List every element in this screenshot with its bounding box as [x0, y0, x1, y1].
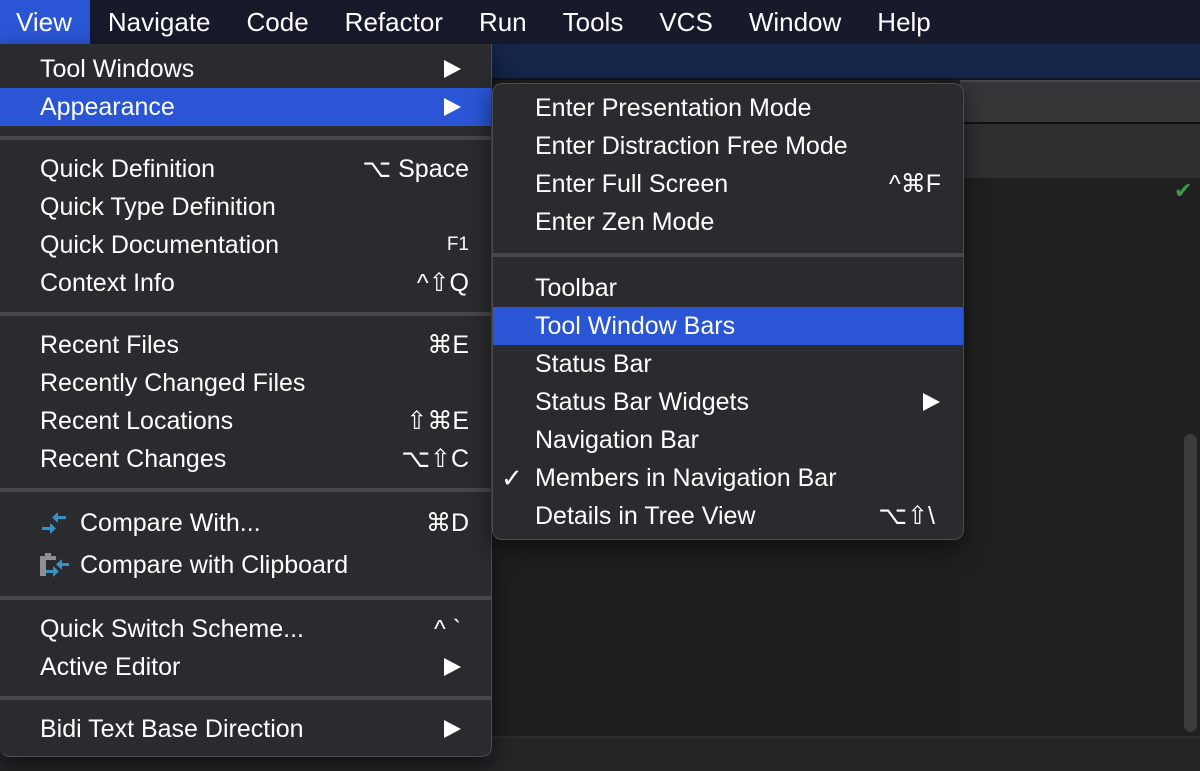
menu-item-appearance[interactable]: Appearance: [0, 88, 491, 126]
menu-item-label: Status Bar Widgets: [535, 388, 749, 416]
menu-item-label: Enter Distraction Free Mode: [535, 132, 848, 160]
menu-separator: [0, 696, 491, 700]
appearance-submenu: Enter Presentation Mode Enter Distractio…: [492, 83, 964, 540]
menu-item-quick-documentation[interactable]: Quick Documentation F1: [0, 226, 491, 264]
menu-item-recent-locations[interactable]: Recent Locations ⇧⌘E: [0, 402, 491, 440]
compare-clipboard-icon: [40, 553, 69, 577]
menubar-refactor[interactable]: Refactor: [327, 0, 461, 44]
menu-item-label: Quick Documentation: [40, 231, 280, 259]
menu-item-recently-changed-files[interactable]: Recently Changed Files: [0, 364, 491, 402]
submenu-arrow-icon: [444, 60, 461, 78]
menu-item-label: Recent Changes: [40, 445, 227, 473]
editor-scrollbar[interactable]: [1184, 434, 1197, 732]
menubar-run[interactable]: Run: [461, 0, 545, 44]
menubar-view[interactable]: View: [0, 0, 90, 44]
menu-item-enter-zen-mode[interactable]: Enter Zen Mode: [493, 203, 963, 241]
menu-item-enter-full-screen[interactable]: Enter Full Screen ^⌘F: [493, 165, 963, 203]
menu-item-compare-with-clipboard[interactable]: Compare with Clipboard: [0, 544, 491, 586]
shortcut-label: ⌘D: [425, 509, 469, 537]
shortcut-label: ⌥ Space: [362, 155, 469, 183]
menu-item-label: Details in Tree View: [535, 502, 756, 530]
menu-separator: [0, 136, 491, 140]
menu-item-tool-windows[interactable]: Tool Windows: [0, 50, 491, 88]
menu-item-label: Status Bar: [535, 350, 652, 378]
menu-item-context-info[interactable]: Context Info ^⇧Q: [0, 264, 491, 302]
shortcut-label: ⌘E: [427, 331, 469, 359]
menubar-code[interactable]: Code: [229, 0, 327, 44]
menubar-window[interactable]: Window: [731, 0, 859, 44]
shortcut-label: ^⌘F: [888, 170, 941, 198]
menu-item-label: Quick Definition: [40, 155, 216, 183]
menu-item-label: Recent Files: [40, 331, 179, 359]
menu-item-label: Compare With...: [80, 509, 261, 537]
editor-area[interactable]: [960, 178, 1200, 736]
menu-item-label: Appearance: [40, 93, 175, 121]
window-title-bar: [490, 44, 1200, 80]
menu-item-enter-presentation-mode[interactable]: Enter Presentation Mode: [493, 89, 963, 127]
menubar-vcs[interactable]: VCS: [641, 0, 730, 44]
menu-item-label: Recent Locations: [40, 407, 234, 435]
menu-item-quick-type-definition[interactable]: Quick Type Definition: [0, 188, 491, 226]
shortcut-label: ^⇧Q: [416, 269, 469, 297]
menu-item-toolbar[interactable]: Toolbar: [493, 269, 963, 307]
menu-item-label: Members in Navigation Bar: [535, 464, 837, 492]
submenu-arrow-icon: [444, 658, 461, 676]
submenu-arrow-icon: [923, 393, 940, 411]
menu-item-status-bar[interactable]: Status Bar: [493, 345, 963, 383]
menu-item-label: Enter Full Screen: [535, 170, 729, 198]
menu-item-quick-definition[interactable]: Quick Definition ⌥ Space: [0, 150, 491, 188]
menu-bar: View Navigate Code Refactor Run Tools VC…: [0, 0, 1200, 44]
menu-item-enter-distraction-free-mode[interactable]: Enter Distraction Free Mode: [493, 127, 963, 165]
menu-item-label: Enter Presentation Mode: [535, 94, 812, 122]
submenu-arrow-icon: [444, 98, 461, 116]
view-menu: Tool Windows Appearance Quick Definition…: [0, 44, 492, 757]
compare-icon: [42, 512, 66, 534]
shortcut-label: F1: [446, 234, 469, 255]
menu-separator: [0, 488, 491, 492]
menu-separator: [0, 312, 491, 316]
menu-item-tool-window-bars[interactable]: Tool Window Bars: [493, 307, 963, 345]
shortcut-label: ⇧⌘E: [406, 407, 469, 435]
menu-item-label: Enter Zen Mode: [535, 208, 715, 236]
menu-item-bidi-text-base-direction[interactable]: Bidi Text Base Direction: [0, 710, 491, 748]
editor-tab-strip: [960, 80, 1200, 124]
menu-item-quick-switch-scheme[interactable]: Quick Switch Scheme... ^ `: [0, 610, 491, 648]
menu-item-label: Context Info: [40, 269, 175, 297]
submenu-arrow-icon: [444, 720, 461, 738]
inspection-ok-check-icon[interactable]: ✔: [1174, 180, 1200, 202]
menu-item-label: Navigation Bar: [535, 426, 699, 454]
menu-item-recent-files[interactable]: Recent Files ⌘E: [0, 326, 491, 364]
menu-item-active-editor[interactable]: Active Editor: [0, 648, 491, 686]
menu-item-label: Bidi Text Base Direction: [40, 715, 304, 743]
menu-item-compare-with[interactable]: Compare With... ⌘D: [0, 502, 491, 544]
menu-item-label: Tool Window Bars: [535, 312, 736, 340]
menu-item-members-in-navigation-bar[interactable]: ✓ Members in Navigation Bar: [493, 459, 963, 497]
menu-item-recent-changes[interactable]: Recent Changes ⌥⇧C: [0, 440, 491, 478]
menu-item-label: Quick Type Definition: [40, 193, 276, 221]
menu-item-navigation-bar[interactable]: Navigation Bar: [493, 421, 963, 459]
menu-separator: [493, 253, 963, 257]
menubar-tools[interactable]: Tools: [545, 0, 642, 44]
menubar-navigate[interactable]: Navigate: [90, 0, 229, 44]
navigation-bar: [960, 124, 1200, 178]
shortcut-label: ^ `: [433, 615, 461, 643]
menu-item-label: Quick Switch Scheme...: [40, 615, 304, 643]
menu-item-details-in-tree-view[interactable]: Details in Tree View ⌥⇧\: [493, 497, 963, 535]
shortcut-label: ⌥⇧C: [401, 445, 469, 473]
menu-separator: [0, 596, 491, 600]
menu-item-label: Tool Windows: [40, 55, 195, 83]
menu-item-label: Compare with Clipboard: [80, 551, 349, 579]
menu-item-label: Toolbar: [535, 274, 617, 302]
menu-item-label: Active Editor: [40, 653, 181, 681]
menubar-help[interactable]: Help: [859, 0, 948, 44]
menu-item-label: Recently Changed Files: [40, 369, 306, 397]
checkmark-icon: ✓: [501, 463, 523, 493]
menu-item-status-bar-widgets[interactable]: Status Bar Widgets: [493, 383, 963, 421]
shortcut-label: ⌥⇧\: [878, 502, 935, 530]
